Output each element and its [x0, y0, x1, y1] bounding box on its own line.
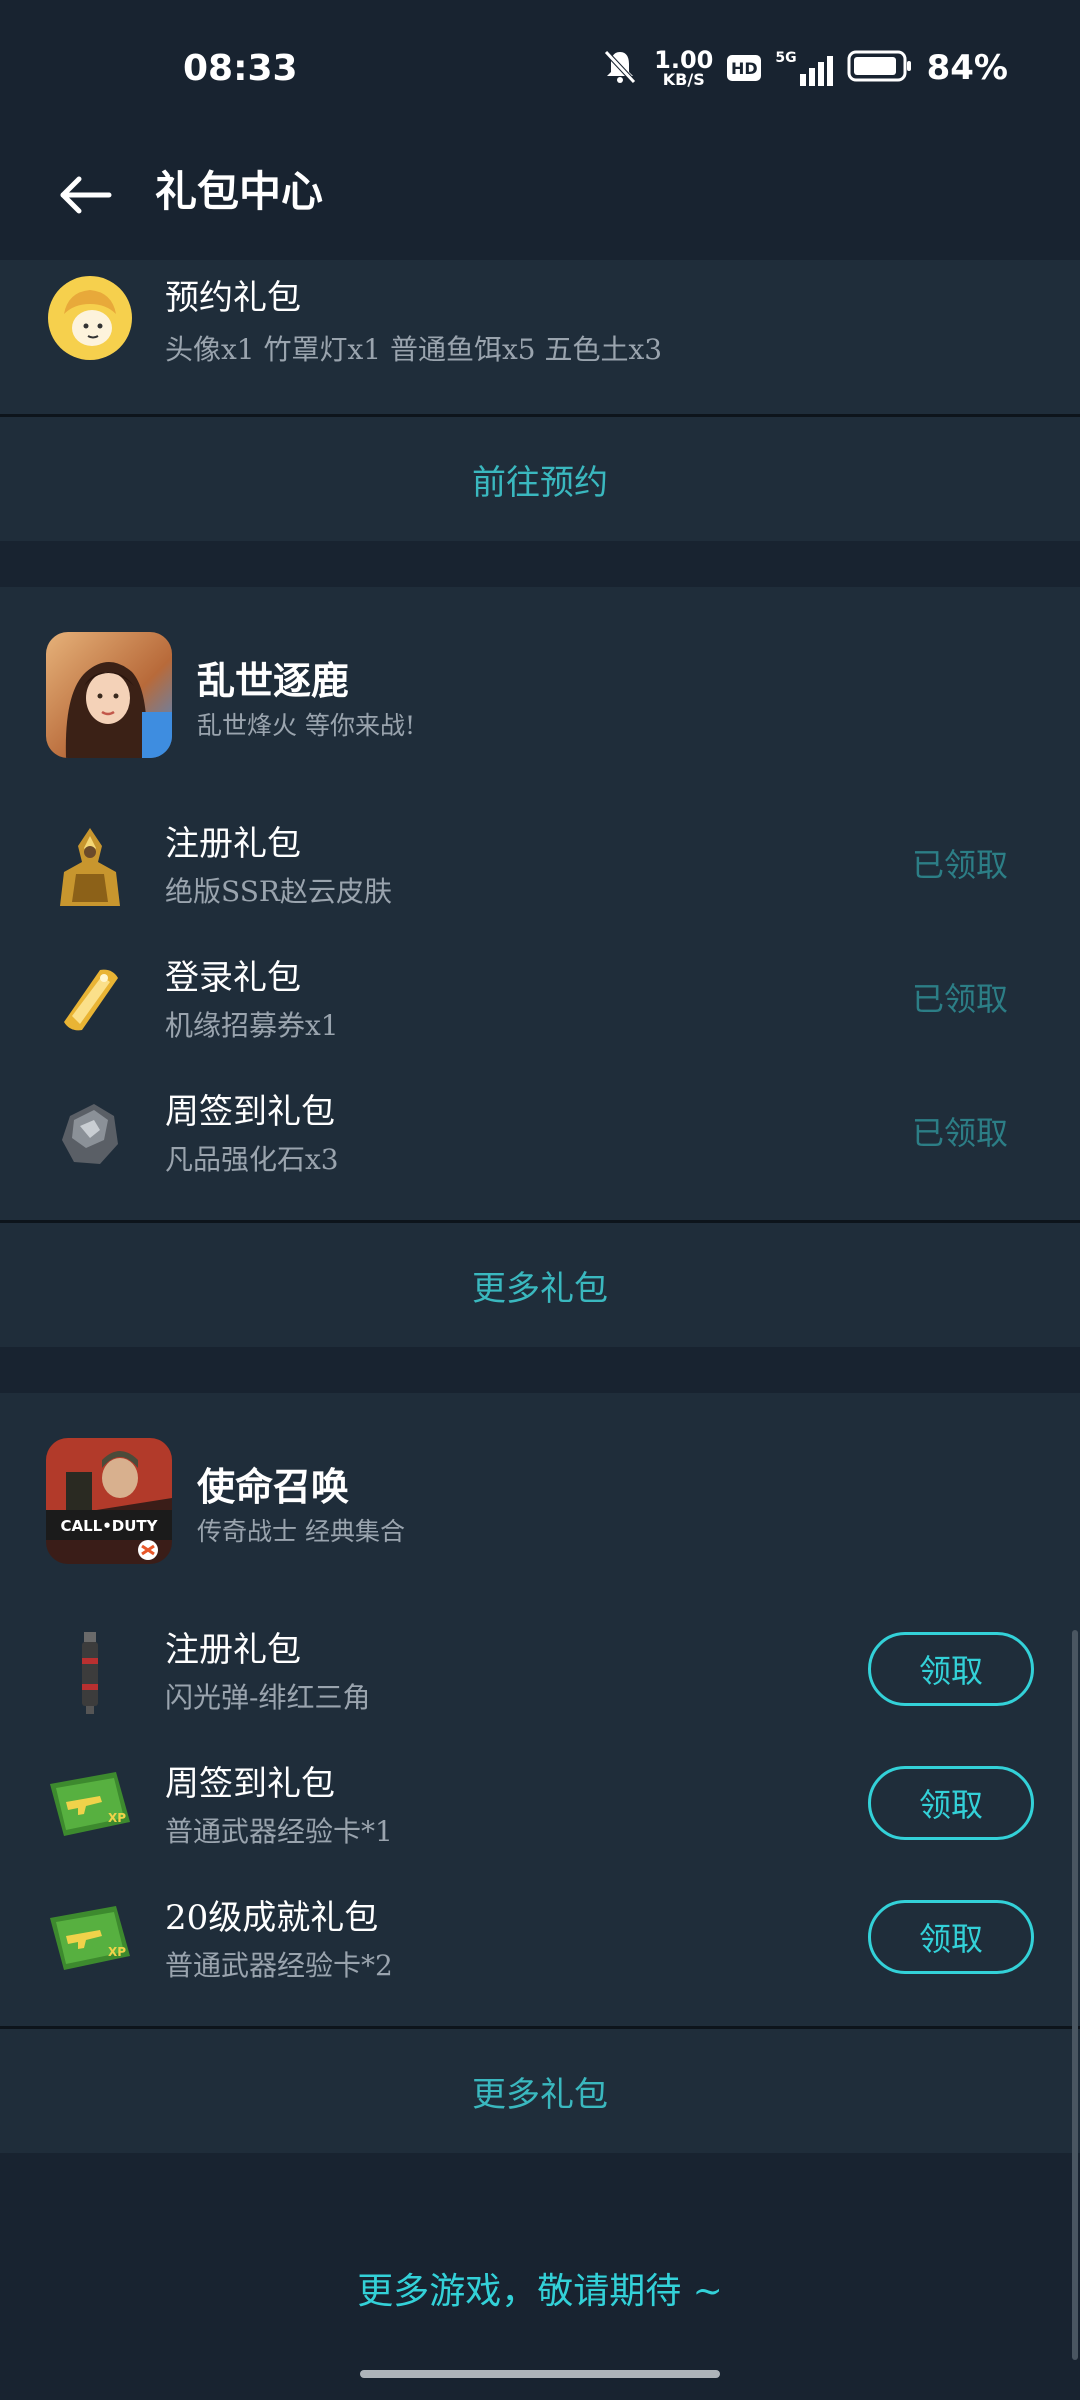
flashbang-icon — [46, 1628, 134, 1716]
gift-desc: 普通武器经验卡*1 — [165, 1815, 393, 1848]
scrollbar[interactable] — [1072, 1630, 1078, 2360]
home-indicator[interactable] — [360, 2370, 720, 2378]
game-desc: 乱世烽火 等你来战! — [197, 711, 415, 740]
reservation-gift-row: 预约礼包 头像x1 竹罩灯x1 普通鱼饵x5 五色土x3 — [0, 260, 1080, 394]
game-footer-luanshi: 更多礼包 — [0, 1223, 1080, 1347]
claim-button[interactable]: 领取 — [868, 1632, 1034, 1706]
claimed-status: 已领取 — [911, 1114, 1008, 1152]
gift-row: 登录礼包 机缘招募券x1 已领取 — [0, 936, 1080, 1070]
back-button[interactable] — [40, 150, 130, 240]
game-header: 乱世逐鹿 乱世烽火 等你来战! — [0, 632, 1080, 782]
game-icon-luanshi[interactable] — [46, 632, 172, 758]
weapon-xp-card-icon: XP — [46, 1896, 134, 1984]
signal-5g-icon: 5G — [775, 50, 833, 86]
claim-button[interactable]: 领取 — [868, 1766, 1034, 1840]
gift-desc: 普通武器经验卡*2 — [165, 1949, 393, 1982]
avatar-icon — [46, 274, 134, 362]
enhance-stone-icon — [46, 1090, 134, 1178]
hd-icon: HD — [727, 55, 762, 81]
game-card-luanshi: 乱世逐鹿 乱世烽火 等你来战! 注册礼包 绝版SSR赵云皮肤 已领取 登录礼包 … — [0, 587, 1080, 1220]
svg-text:XP: XP — [108, 1945, 126, 1959]
cod-logo-text: CALL•DUTY — [60, 1517, 158, 1535]
mute-icon — [600, 46, 640, 90]
game-card-callofduty: CALL•DUTY 使命召唤 传奇战士 经典集合 注册礼包 闪光弹-绯红三角 领… — [0, 1393, 1080, 2026]
app-bar: 礼包中心 — [0, 130, 1080, 260]
gift-desc: 机缘招募券x1 — [165, 1009, 339, 1042]
game-name: 使命召唤 — [197, 1464, 350, 1509]
reservation-card: 预约礼包 头像x1 竹罩灯x1 普通鱼饵x5 五色土x3 — [0, 260, 1080, 414]
more-gifts-link[interactable]: 更多礼包 — [472, 1261, 608, 1310]
battery-icon — [847, 50, 913, 86]
gift-desc: 绝版SSR赵云皮肤 — [165, 875, 392, 908]
game-header: CALL•DUTY 使命召唤 传奇战士 经典集合 — [0, 1438, 1080, 1588]
gift-row: 注册礼包 闪光弹-绯红三角 领取 — [0, 1608, 1080, 1742]
gift-title: 注册礼包 — [165, 1630, 301, 1670]
gift-row: XP 20级成就礼包 普通武器经验卡*2 领取 — [0, 1876, 1080, 2010]
game-footer-callofduty: 更多礼包 — [0, 2029, 1080, 2153]
game-desc: 传奇战士 经典集合 — [197, 1517, 405, 1546]
battery-percent: 84% — [926, 48, 1008, 88]
weapon-xp-card-icon: XP — [46, 1762, 134, 1850]
arrow-left-icon — [60, 176, 112, 214]
net-speed: 1.00 KB/S — [654, 46, 714, 89]
reservation-footer: 前往预约 — [0, 417, 1080, 541]
more-gifts-link[interactable]: 更多礼包 — [472, 2067, 608, 2116]
gift-row: XP 周签到礼包 普通武器经验卡*1 领取 — [0, 1742, 1080, 1876]
page-title: 礼包中心 — [155, 167, 324, 216]
claimed-status: 已领取 — [911, 846, 1008, 884]
gift-title: 登录礼包 — [165, 958, 301, 998]
game-icon-callofduty[interactable]: CALL•DUTY — [46, 1438, 172, 1564]
status-time: 08:33 — [183, 48, 298, 89]
go-reserve-link[interactable]: 前往预约 — [472, 455, 608, 504]
gift-row: 周签到礼包 凡品强化石x3 已领取 — [0, 1070, 1080, 1204]
gift-desc: 头像x1 竹罩灯x1 普通鱼饵x5 五色土x3 — [165, 333, 663, 366]
game-name: 乱世逐鹿 — [197, 658, 350, 703]
status-bar: 08:33 1.00 KB/S HD 5G 84% — [0, 0, 1080, 130]
gift-title: 预约礼包 — [165, 278, 301, 318]
gift-desc: 凡品强化石x3 — [165, 1143, 339, 1176]
armored-hero-icon — [46, 822, 134, 910]
status-icons: 1.00 KB/S HD 5G 84% — [600, 46, 1008, 90]
gift-row: 注册礼包 绝版SSR赵云皮肤 已领取 — [0, 802, 1080, 936]
gift-title: 注册礼包 — [165, 824, 301, 864]
gift-title: 20级成就礼包 — [165, 1898, 379, 1938]
svg-text:XP: XP — [108, 1811, 126, 1825]
gift-title: 周签到礼包 — [165, 1092, 335, 1132]
recruit-ticket-icon — [46, 956, 134, 1044]
claim-button[interactable]: 领取 — [868, 1900, 1034, 1974]
gift-desc: 闪光弹-绯红三角 — [165, 1681, 371, 1714]
gift-title: 周签到礼包 — [165, 1764, 335, 1804]
claimed-status: 已领取 — [911, 980, 1008, 1018]
more-games-notice: 更多游戏，敬请期待 ~ — [357, 2271, 723, 2312]
